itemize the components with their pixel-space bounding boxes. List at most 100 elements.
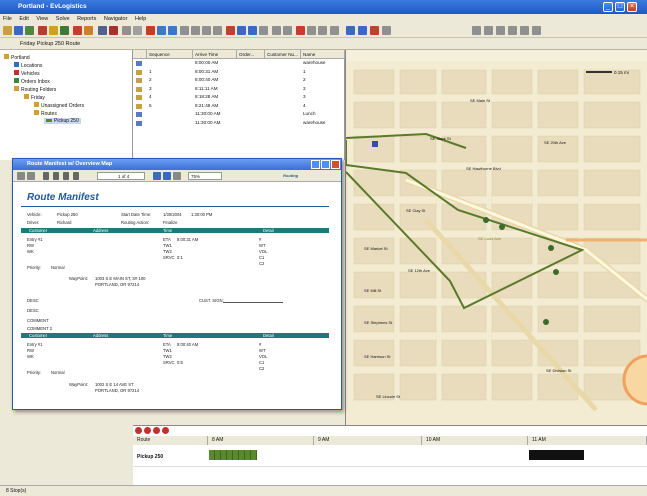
grid-header-arrive[interactable]: Arrive Time bbox=[193, 50, 237, 59]
zoom-in-icon[interactable] bbox=[157, 26, 166, 35]
play-icon[interactable] bbox=[162, 427, 169, 434]
grid-cell[interactable]: 4 bbox=[149, 94, 152, 99]
grid-header-icon[interactable] bbox=[133, 50, 147, 59]
last-page-icon[interactable] bbox=[73, 172, 79, 180]
zoom-icon[interactable] bbox=[318, 26, 327, 35]
tree-item-friday[interactable]: Friday bbox=[24, 94, 45, 101]
cascade-icon[interactable] bbox=[358, 26, 367, 35]
delete-icon[interactable] bbox=[38, 26, 47, 35]
page-field[interactable]: 1 of 4 bbox=[97, 172, 145, 180]
menu-file[interactable]: File bbox=[0, 14, 15, 24]
fit-icon[interactable] bbox=[173, 172, 181, 180]
grid-cell[interactable]: 2 bbox=[303, 77, 306, 82]
options-icon[interactable] bbox=[382, 26, 391, 35]
report-icon[interactable] bbox=[98, 26, 107, 35]
menu-view[interactable]: View bbox=[33, 14, 51, 24]
grid-header-customer[interactable]: Customer Nu... bbox=[265, 50, 301, 59]
stop-marker[interactable] bbox=[483, 217, 489, 223]
grid-cell[interactable]: 1 bbox=[303, 69, 306, 74]
new-icon[interactable] bbox=[3, 26, 12, 35]
grid-icon[interactable] bbox=[122, 26, 131, 35]
grid-cell[interactable]: 8:11:11 AM bbox=[195, 86, 218, 91]
record-icon[interactable] bbox=[135, 427, 142, 434]
nav-next-icon[interactable] bbox=[496, 26, 505, 35]
refresh-icon[interactable] bbox=[213, 26, 222, 35]
maximize-button[interactable]: □ bbox=[615, 2, 625, 12]
stop-marker[interactable] bbox=[499, 224, 505, 230]
tree-item-routes[interactable]: Routes bbox=[34, 110, 57, 117]
print-icon[interactable] bbox=[17, 172, 25, 180]
gear-icon[interactable] bbox=[226, 26, 235, 35]
sort-icon[interactable] bbox=[248, 26, 257, 35]
locate-icon[interactable] bbox=[49, 26, 58, 35]
manifest-minimize-button[interactable] bbox=[311, 160, 320, 169]
close-button[interactable]: × bbox=[627, 2, 637, 12]
nav-stop-icon[interactable] bbox=[520, 26, 529, 35]
alert-icon[interactable] bbox=[296, 26, 305, 35]
grid-cell[interactable]: 8:21:48 AM bbox=[195, 103, 218, 108]
nav-last-icon[interactable] bbox=[508, 26, 517, 35]
grid-header-order[interactable]: Order... bbox=[237, 50, 265, 59]
print-icon[interactable] bbox=[259, 26, 268, 35]
menu-navigator[interactable]: Navigator bbox=[101, 14, 131, 24]
zoom-out-icon[interactable] bbox=[168, 26, 177, 35]
save-icon[interactable] bbox=[25, 26, 34, 35]
grid-cell[interactable]: warehouse bbox=[303, 120, 325, 125]
grid-cell[interactable]: warehouse bbox=[303, 60, 325, 65]
table-icon[interactable] bbox=[133, 26, 142, 35]
filter-icon[interactable] bbox=[237, 26, 246, 35]
move-icon[interactable] bbox=[307, 26, 316, 35]
nav-play-icon[interactable] bbox=[532, 26, 541, 35]
grid-header-name[interactable]: Name bbox=[301, 50, 345, 59]
map-icon[interactable] bbox=[146, 26, 155, 35]
forward-icon[interactable] bbox=[202, 26, 211, 35]
minimize-button[interactable]: _ bbox=[603, 2, 613, 12]
tree-item-unassigned[interactable]: Unassigned Orders bbox=[34, 102, 84, 109]
tree-item-pickup-250[interactable]: Pickup 250 bbox=[44, 118, 81, 124]
zoom-in-icon[interactable] bbox=[153, 172, 161, 180]
menu-solve[interactable]: Solve bbox=[53, 14, 73, 24]
grid-cell[interactable]: 2 bbox=[149, 77, 152, 82]
truck-icon[interactable] bbox=[60, 26, 69, 35]
grid-cell[interactable]: 11:30:00 AM bbox=[195, 120, 220, 125]
grid-cell[interactable]: 3 bbox=[149, 86, 152, 91]
prev-page-icon[interactable] bbox=[53, 172, 59, 180]
stop-marker[interactable] bbox=[553, 269, 559, 275]
solve-icon[interactable] bbox=[73, 26, 82, 35]
grid-cell[interactable]: 8:18:28 AM bbox=[195, 94, 218, 99]
map-view[interactable]: 0.15 mi SE Main St SE Stark St SE Hawtho… bbox=[345, 50, 647, 425]
grid-cell[interactable]: 4 bbox=[303, 103, 306, 108]
grid-header-sequence[interactable]: Sequence bbox=[147, 50, 193, 59]
tree-item-portland[interactable]: Portland bbox=[4, 54, 30, 61]
grid-cell[interactable]: 1 bbox=[149, 69, 152, 74]
nav-prev-icon[interactable] bbox=[484, 26, 493, 35]
manifest-close-button[interactable] bbox=[331, 160, 340, 169]
grid-cell[interactable]: 8:00:00 AM bbox=[195, 60, 218, 65]
grid-cell[interactable]: 5 bbox=[149, 103, 152, 108]
grid-cell[interactable]: 11:30:00 AM bbox=[195, 111, 220, 116]
timeline-lunch-bar[interactable] bbox=[529, 450, 584, 460]
tree-item-vehicles[interactable]: Vehicles bbox=[14, 70, 40, 77]
pan-icon[interactable] bbox=[180, 26, 189, 35]
tile-icon[interactable] bbox=[370, 26, 379, 35]
grid-cell[interactable]: 3 bbox=[303, 86, 306, 91]
depot-marker[interactable] bbox=[372, 141, 378, 147]
tree-item-orders[interactable]: Orders Inbox bbox=[14, 78, 50, 85]
pause-icon[interactable] bbox=[153, 427, 160, 434]
layers-icon[interactable] bbox=[330, 26, 339, 35]
first-page-icon[interactable] bbox=[43, 172, 49, 180]
menu-help[interactable]: Help bbox=[132, 14, 149, 24]
nav-first-icon[interactable] bbox=[472, 26, 481, 35]
menu-edit[interactable]: Edit bbox=[16, 14, 31, 24]
tree-item-locations[interactable]: Locations bbox=[14, 62, 42, 69]
grid-cell[interactable]: 3 bbox=[303, 94, 306, 99]
menu-reports[interactable]: Reports bbox=[74, 14, 99, 24]
paste-icon[interactable] bbox=[283, 26, 292, 35]
back-icon[interactable] bbox=[191, 26, 200, 35]
window-icon[interactable] bbox=[346, 26, 355, 35]
manifest-maximize-button[interactable] bbox=[321, 160, 330, 169]
zoom-select[interactable]: 75% bbox=[188, 172, 222, 180]
stop-marker[interactable] bbox=[543, 319, 549, 325]
open-icon[interactable] bbox=[14, 26, 23, 35]
zoom-out-icon[interactable] bbox=[163, 172, 171, 180]
